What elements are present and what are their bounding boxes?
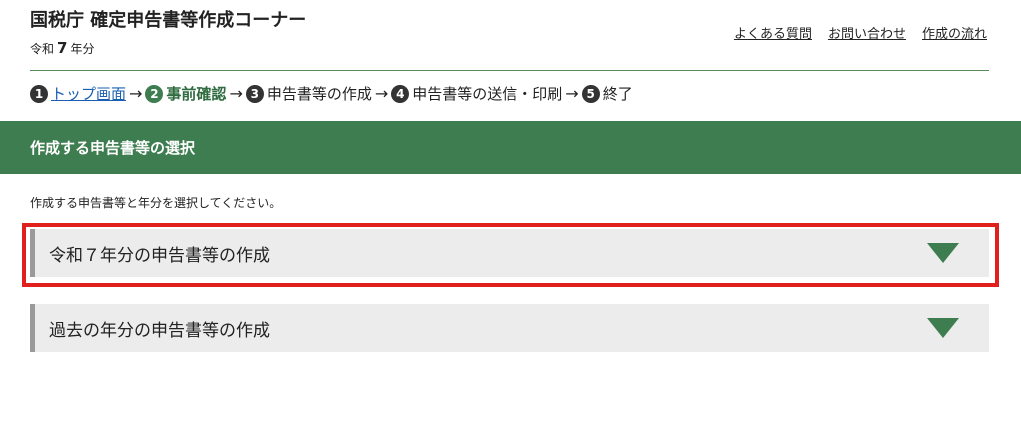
accordion-current-year-label: 令和７年分の申告書等の作成: [49, 245, 270, 266]
step-arrow-icon: →: [229, 84, 243, 103]
step-number-5-icon: 5: [581, 84, 600, 103]
step-arrow-icon: →: [129, 84, 143, 103]
step-number-1-icon: 1: [30, 84, 48, 103]
step-send-print-label: 申告書等の送信・印刷: [412, 85, 563, 103]
year-suffix: 年分: [70, 42, 95, 56]
accordion-past-years[interactable]: 過去の年分の申告書等の作成: [30, 304, 989, 352]
section-title: 作成する申告書等の選択: [30, 139, 196, 157]
step-top: 1 トップ画面: [30, 83, 126, 104]
site-title: 国税庁 確定申告書等作成コーナー: [30, 10, 307, 31]
section-header: 作成する申告書等の選択: [0, 121, 1021, 174]
year-number: 7: [57, 39, 68, 57]
step-send-print: 4 申告書等の送信・印刷: [391, 83, 562, 104]
year-prefix: 令和: [30, 42, 55, 56]
instruction-text: 作成する申告書等と年分を選択してください。: [30, 196, 282, 210]
tax-year-indicator: 令和 7 年分: [30, 39, 94, 57]
step-number-3-icon: 3: [245, 84, 264, 103]
faq-link[interactable]: よくある質問: [734, 23, 812, 42]
step-precheck: 2 事前確認: [145, 83, 226, 104]
step-finish: 5 終了: [581, 83, 633, 104]
flow-link[interactable]: 作成の流れ: [922, 23, 987, 42]
triangle-down-icon: [927, 318, 959, 338]
header-divider: [30, 70, 989, 71]
header-links: よくある質問 お問い合わせ 作成の流れ: [734, 23, 987, 42]
step-finish-label: 終了: [602, 85, 633, 103]
step-arrow-icon: →: [565, 84, 579, 103]
step-arrow-icon: →: [374, 84, 389, 103]
step-top-link[interactable]: トップ画面: [51, 83, 126, 104]
progress-steps: 1 トップ画面 → 2 事前確認 → 3 申告書等の作成 → 4 申告書等の送信…: [30, 83, 633, 104]
step-number-2-icon: 2: [145, 84, 164, 103]
triangle-down-icon: [927, 243, 959, 263]
step-create: 3 申告書等の作成: [245, 83, 372, 104]
step-create-label: 申告書等の作成: [266, 85, 372, 103]
step-number-4-icon: 4: [391, 84, 410, 103]
accordion-past-years-label: 過去の年分の申告書等の作成: [49, 320, 270, 341]
accordion-current-year[interactable]: 令和７年分の申告書等の作成: [30, 229, 989, 277]
contact-link[interactable]: お問い合わせ: [828, 23, 906, 42]
step-precheck-label: 事前確認: [166, 85, 227, 103]
